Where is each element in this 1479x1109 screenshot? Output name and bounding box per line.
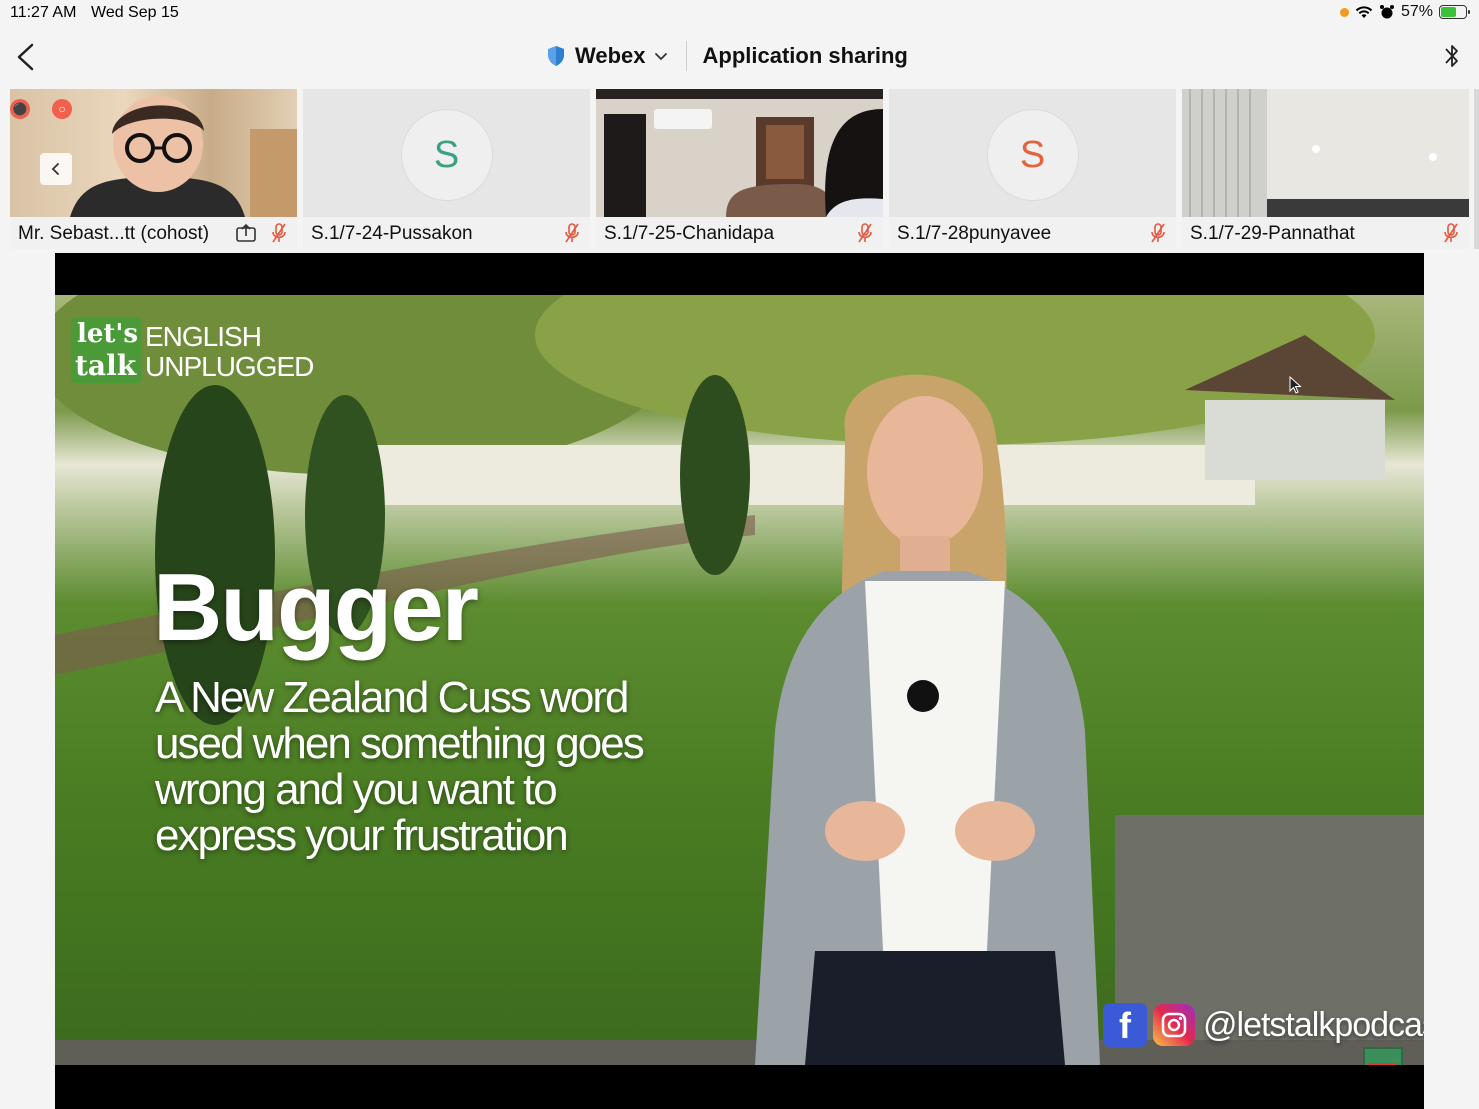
page-title: Application sharing (702, 43, 908, 68)
mic-muted-icon (1151, 223, 1165, 243)
description-line: A New Zealand Cuss word (155, 673, 629, 722)
logo-text-2: talk (75, 349, 137, 382)
shield-icon (548, 46, 564, 66)
social-handle: @letstalkpodcast (1203, 1005, 1424, 1044)
description-line: used when something goes (155, 719, 645, 768)
chevron-down-icon[interactable] (654, 49, 668, 63)
participant-namebar: Mr. Sebast...tt (cohost) (10, 217, 297, 249)
next-participant-sliver (1474, 89, 1479, 249)
logo-text-3: ENGLISH (145, 321, 262, 352)
participant-name: S.1/7-25-Chanidapa (604, 223, 775, 244)
alarm-icon (1379, 5, 1394, 19)
facebook-icon: f (1103, 1003, 1147, 1047)
video-description: A New Zealand Cuss word used when someth… (155, 675, 675, 859)
participant-name: S.1/7-24-Pussakon (311, 223, 473, 244)
participant-name: S.1/7-29-Pannathat (1190, 223, 1355, 244)
participant-avatar: S (986, 109, 1079, 201)
participant-tile[interactable]: S.1/7-25-Chanidapa (596, 89, 883, 249)
avatar-letter: S (1019, 133, 1046, 176)
mic-muted-icon (858, 223, 872, 243)
presenter-image (755, 374, 1100, 1065)
recording-dot-icon (1339, 7, 1349, 17)
participant-namebar: S.1/7-29-Pannathat (1182, 217, 1469, 249)
participant-namebar: S.1/7-25-Chanidapa (596, 217, 883, 249)
bluetooth-icon[interactable] (1443, 40, 1461, 72)
status-bar: 11:27 AM Wed Sep 15 57% (0, 0, 1479, 26)
recording-badge-icon: ○ (52, 99, 72, 119)
status-time: 11:27 AM (10, 4, 77, 21)
meeting-menu-button[interactable]: Webex (575, 43, 646, 69)
status-date: Wed Sep 15 (91, 4, 179, 21)
shared-video-frame: let's talk ENGLISH UNPLUGGED Bugger A Ne… (55, 295, 1424, 1065)
participant-name: Mr. Sebast...tt (cohost) (18, 223, 210, 244)
participant-strip[interactable]: ⚫ ○ Mr. Sebast...tt (cohost) S S.1/7-24-… (0, 86, 1479, 252)
mic-muted-icon (272, 223, 286, 243)
shared-content-area[interactable]: let's talk ENGLISH UNPLUGGED Bugger A Ne… (55, 253, 1424, 1109)
strip-back-button[interactable] (40, 153, 72, 185)
participant-tile[interactable]: S S.1/7-24-Pussakon (303, 89, 590, 249)
logo-text-4: UNPLUGGED (145, 351, 314, 382)
social-links: f @letstalkpodcast (1103, 1003, 1424, 1047)
participant-video (596, 89, 883, 217)
mic-muted-icon (1444, 223, 1458, 243)
participant-room-image (1182, 89, 1469, 217)
instagram-icon (1153, 1004, 1195, 1046)
avatar-letter: S (433, 133, 460, 176)
participant-room-image (596, 89, 883, 217)
battery-icon (1439, 5, 1470, 19)
channel-logo: let's talk ENGLISH UNPLUGGED (71, 317, 314, 385)
description-line: express your frustration (155, 811, 569, 860)
participant-tile[interactable]: S S.1/7-28punyavee (889, 89, 1176, 249)
battery-percent: 57% (1400, 3, 1433, 20)
nav-title-group: Webex Application sharing (546, 40, 908, 72)
status-indicators: 57% (1339, 3, 1470, 21)
back-chevron-icon[interactable] (14, 42, 38, 72)
nav-bar: Webex Application sharing (0, 26, 1479, 86)
participant-namebar: S.1/7-24-Pussakon (303, 217, 590, 249)
participant-avatar: S (400, 109, 493, 201)
description-line: wrong and you want to (155, 765, 558, 814)
participant-tile[interactable]: S.1/7-29-Pannathat (1182, 89, 1469, 249)
participant-video (1182, 89, 1469, 217)
wifi-icon (1355, 6, 1373, 18)
participant-video: S (303, 89, 590, 217)
participant-namebar: S.1/7-28punyavee (889, 217, 1176, 249)
participant-name: S.1/7-28punyavee (897, 223, 1052, 244)
mic-muted-icon (565, 223, 579, 243)
share-screen-icon (236, 223, 256, 242)
logo-text-1: let's (77, 319, 139, 349)
participant-tile[interactable]: ⚫ ○ Mr. Sebast...tt (cohost) (10, 89, 297, 249)
recording-mic-badge-icon: ⚫ (10, 99, 30, 119)
participant-video: S (889, 89, 1176, 217)
video-headline: Bugger (153, 554, 479, 661)
chevron-left-icon (51, 163, 59, 175)
nav-divider (685, 41, 687, 71)
mouse-cursor-icon (1289, 376, 1302, 394)
subscribe-icon (1363, 1047, 1403, 1065)
